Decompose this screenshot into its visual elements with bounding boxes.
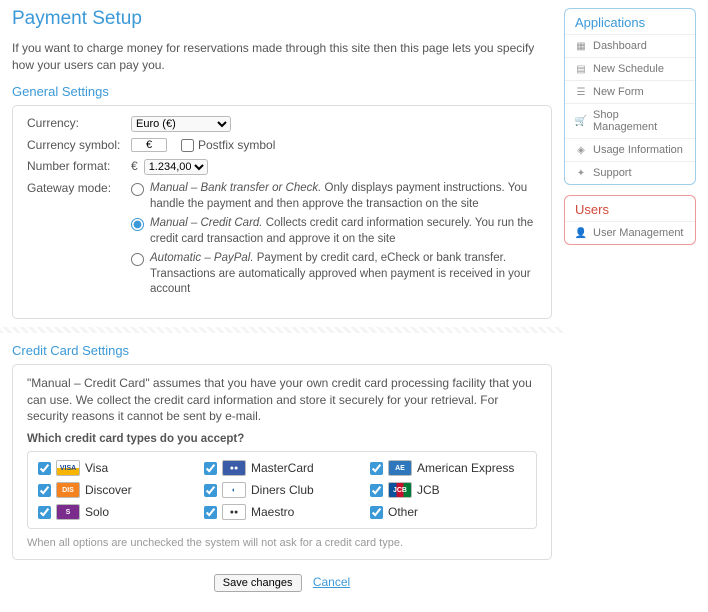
cc-checkbox[interactable] (370, 484, 383, 497)
dashboard-icon: ▦ (575, 40, 587, 52)
postfix-label: Postfix symbol (198, 138, 275, 154)
currency-label: Currency: (27, 116, 131, 132)
cc-option-solo[interactable]: S Solo (38, 504, 194, 520)
cc-option-jcb[interactable]: JCB JCB (370, 482, 526, 498)
gateway-mode-manual-bank[interactable]: Manual – Bank transfer or Check. Only di… (131, 181, 537, 212)
cc-description: "Manual – Credit Card" assumes that you … (27, 375, 537, 425)
sidebar-item-user-management[interactable]: 👤 User Management (565, 221, 695, 244)
sidebar-item-label: New Form (593, 86, 644, 98)
radio-manual-bank[interactable] (131, 183, 144, 196)
radio-manual-cc[interactable] (131, 218, 144, 231)
cc-settings-panel: "Manual – Credit Card" assumes that you … (12, 364, 552, 560)
maestro-icon: ●● (222, 504, 246, 520)
cc-checkbox[interactable] (38, 484, 51, 497)
format-label: Number format: (27, 159, 131, 175)
diners-club-icon: ◐ (222, 482, 246, 498)
new-schedule-icon: ▤ (575, 63, 587, 75)
cc-heading: Credit Card Settings (12, 343, 552, 358)
cc-label: JCB (417, 483, 440, 497)
shop-management-icon: 🛒 (575, 115, 587, 127)
cc-option-american-express[interactable]: AE American Express (370, 460, 526, 476)
gateway-label: Gateway mode: (27, 181, 131, 197)
sidebar-item-shop-management[interactable]: 🛒 Shop Management (565, 103, 695, 138)
cc-option-maestro[interactable]: ●● Maestro (204, 504, 360, 520)
jcb-icon: JCB (388, 482, 412, 498)
usage-information-icon: ◈ (575, 144, 587, 156)
sidebar-item-label: Support (593, 167, 632, 179)
cc-label: Diners Club (251, 483, 314, 497)
sidebar-item-label: Usage Information (593, 144, 683, 156)
cc-checkbox[interactable] (38, 506, 51, 519)
cc-label: Solo (85, 505, 109, 519)
cc-label: American Express (417, 461, 514, 475)
solo-icon: S (56, 504, 80, 520)
save-button[interactable]: Save changes (214, 574, 302, 592)
symbol-input[interactable] (131, 138, 167, 152)
support-icon: ✦ (575, 167, 587, 179)
cc-checkbox[interactable] (204, 462, 217, 475)
sidebar-item-new-schedule[interactable]: ▤ New Schedule (565, 57, 695, 80)
cc-checkbox[interactable] (204, 506, 217, 519)
discover-icon: DIS (56, 482, 80, 498)
cc-label: Other (388, 505, 418, 519)
radio-paypal[interactable] (131, 253, 144, 266)
format-select[interactable]: 1.234,00 (144, 159, 208, 175)
sidebar-item-usage-information[interactable]: ◈ Usage Information (565, 138, 695, 161)
format-prefix: € (131, 159, 138, 175)
cc-checkbox[interactable] (370, 462, 383, 475)
visa-icon: VISA (56, 460, 80, 476)
cc-checkbox[interactable] (204, 484, 217, 497)
american-express-icon: AE (388, 460, 412, 476)
cc-option-diners-club[interactable]: ◐ Diners Club (204, 482, 360, 498)
currency-select[interactable]: Euro (€) (131, 116, 231, 132)
new-form-icon: ☰ (575, 86, 587, 98)
cc-label: MasterCard (251, 461, 314, 475)
cc-label: Maestro (251, 505, 294, 519)
general-heading: General Settings (12, 84, 552, 99)
gateway-mode-manual-cc[interactable]: Manual – Credit Card. Collects credit ca… (131, 216, 537, 247)
section-divider (0, 327, 564, 333)
mastercard-icon: ●● (222, 460, 246, 476)
cc-question: Which credit card types do you accept? (27, 433, 537, 445)
users-panel: Users 👤 User Management (564, 195, 696, 245)
cc-option-discover[interactable]: DIS Discover (38, 482, 194, 498)
sidebar-item-dashboard[interactable]: ▦ Dashboard (565, 34, 695, 57)
symbol-label: Currency symbol: (27, 138, 131, 154)
cancel-link[interactable]: Cancel (313, 575, 350, 589)
cc-option-visa[interactable]: VISA Visa (38, 460, 194, 476)
cc-option-mastercard[interactable]: ●● MasterCard (204, 460, 360, 476)
sidebar-item-label: New Schedule (593, 63, 664, 75)
sidebar-item-label: User Management (593, 227, 684, 239)
user-management-icon: 👤 (575, 227, 587, 239)
cc-option-other[interactable]: Other (370, 504, 526, 520)
intro-text: If you want to charge money for reservat… (12, 40, 552, 74)
cc-checkbox[interactable] (370, 506, 383, 519)
page-title: Payment Setup (12, 8, 552, 30)
sidebar-item-support[interactable]: ✦ Support (565, 161, 695, 184)
applications-title: Applications (565, 9, 695, 34)
sidebar-item-label: Shop Management (593, 109, 685, 133)
postfix-checkbox[interactable] (181, 139, 194, 152)
users-title: Users (565, 196, 695, 221)
applications-panel: Applications ▦ Dashboard ▤ New Schedule ☰ New… (564, 8, 696, 185)
sidebar-item-label: Dashboard (593, 40, 647, 52)
cc-checkbox[interactable] (38, 462, 51, 475)
cc-label: Visa (85, 461, 108, 475)
gateway-mode-paypal[interactable]: Automatic – PayPal. Payment by credit ca… (131, 251, 537, 298)
sidebar-item-new-form[interactable]: ☰ New Form (565, 80, 695, 103)
cc-label: Discover (85, 483, 132, 497)
general-settings-panel: Currency: Euro (€) Currency symbol: Post… (12, 105, 552, 319)
